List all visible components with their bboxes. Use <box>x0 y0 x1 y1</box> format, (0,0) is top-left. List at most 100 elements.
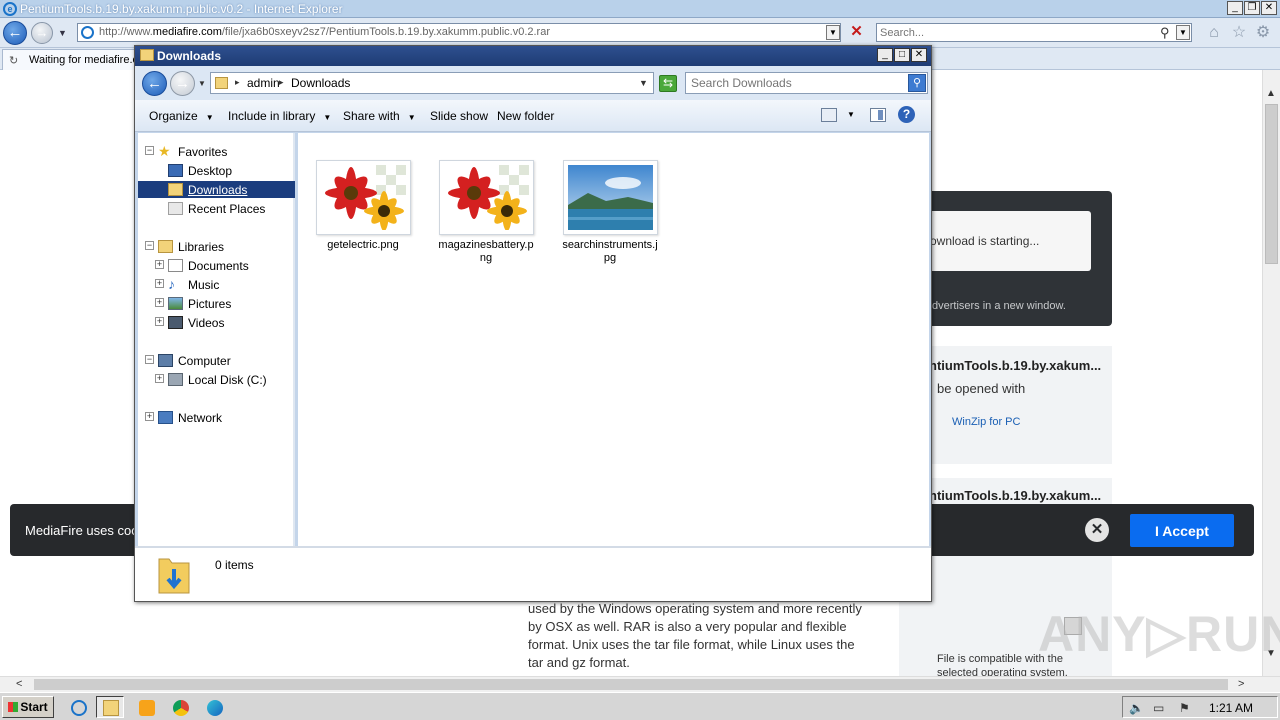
nav-favorites[interactable]: − ★ Favorites <box>138 143 295 160</box>
scroll-up-icon[interactable]: ▲ <box>1266 88 1276 99</box>
favorites-star-icon[interactable]: ☆ <box>1230 24 1248 42</box>
address-dropdown-icon[interactable]: ▼ <box>826 25 840 40</box>
accept-cookies-button[interactable]: I Accept <box>1130 514 1234 547</box>
explorer-title-bar[interactable]: Downloads _ □ ✕ <box>135 46 931 66</box>
breadcrumb-admin[interactable]: admin <box>247 76 280 90</box>
cookie-text: MediaFire uses coo <box>25 523 139 538</box>
explorer-back-arrow-icon[interactable]: ← <box>142 71 167 96</box>
tab-label: Waiting for mediafire.c <box>29 54 139 66</box>
view-options-dropdown-icon[interactable]: ▼ <box>847 110 855 119</box>
address-history-dropdown-icon[interactable]: ▼ <box>639 78 648 88</box>
stop-icon[interactable]: ✕ <box>848 24 865 41</box>
chevron-right-icon[interactable]: ▸ <box>235 77 240 88</box>
navigation-pane: − ★ Favorites Desktop Downloads Recent P… <box>138 133 295 546</box>
horizontal-scroll-thumb[interactable] <box>34 679 1228 690</box>
download-status-text: ownload is starting... <box>930 234 1040 248</box>
search-icon[interactable]: ⚲ <box>1160 25 1170 41</box>
expand-icon[interactable]: + <box>155 317 164 326</box>
explorer-maximize-button[interactable]: □ <box>894 48 910 62</box>
horizontal-scrollbar[interactable]: < > <box>0 676 1280 692</box>
expand-icon[interactable]: + <box>155 374 164 383</box>
explorer-minimize-button[interactable]: _ <box>877 48 893 62</box>
network-tray-icon[interactable]: ▭ <box>1153 701 1164 715</box>
search-icon[interactable]: ⚲ <box>908 74 926 92</box>
preview-pane-icon[interactable] <box>870 108 886 122</box>
expand-icon[interactable]: + <box>155 298 164 307</box>
winzip-link[interactable]: WinZip for PC <box>952 416 1020 428</box>
close-button[interactable]: ✕ <box>1261 1 1277 15</box>
close-icon[interactable]: ✕ <box>1085 518 1109 542</box>
file-name[interactable]: getelectric.png <box>313 239 413 252</box>
share-with-button[interactable]: Share with ▼ <box>343 109 416 123</box>
scroll-right-icon[interactable]: > <box>1238 678 1244 690</box>
restore-button[interactable]: ❐ <box>1244 1 1260 15</box>
change-view-icon[interactable] <box>821 108 837 122</box>
include-in-library-button[interactable]: Include in library ▼ <box>228 109 331 123</box>
browser-tab[interactable]: ↻ Waiting for mediafire.c <box>2 49 142 70</box>
search-box[interactable]: ⚲ ▼ <box>876 23 1192 42</box>
nav-downloads[interactable]: Downloads <box>138 181 295 198</box>
taskbar-chrome-button[interactable] <box>166 696 194 718</box>
file-thumbnail[interactable] <box>563 160 658 235</box>
new-folder-button[interactable]: New folder <box>497 109 554 123</box>
search-input[interactable] <box>880 25 1150 40</box>
history-dropdown-icon[interactable]: ▼ <box>58 28 67 38</box>
minimize-button[interactable]: _ <box>1227 1 1243 15</box>
expand-icon[interactable]: + <box>145 412 154 421</box>
search-dropdown-icon[interactable]: ▼ <box>1176 25 1190 40</box>
organize-button[interactable]: Organize ▼ <box>149 109 214 123</box>
nav-local-disk[interactable]: + Local Disk (C:) <box>138 371 295 388</box>
recent-pages-dropdown-icon[interactable]: ▼ <box>198 79 206 88</box>
collapse-icon[interactable]: − <box>145 355 154 364</box>
nav-pictures[interactable]: + Pictures <box>138 295 295 312</box>
url-text[interactable]: http://www.mediafire.com/file/jxa6b0sxey… <box>99 26 550 38</box>
nav-documents[interactable]: + Documents <box>138 257 295 274</box>
gear-icon[interactable]: ⚙ <box>1254 24 1272 42</box>
explorer-forward-arrow-icon[interactable]: → <box>170 71 195 96</box>
forward-arrow-icon[interactable]: → <box>31 22 53 44</box>
details-pane: 0 items <box>135 546 931 601</box>
expand-icon[interactable]: + <box>155 260 164 269</box>
breadcrumb-downloads[interactable]: Downloads <box>291 76 350 90</box>
chevron-right-icon[interactable]: ▸ <box>279 77 284 88</box>
nav-videos[interactable]: + Videos <box>138 314 295 331</box>
refresh-icon[interactable]: ⇆ <box>659 75 677 92</box>
vertical-scrollbar[interactable]: ▲ ▼ <box>1262 70 1280 676</box>
taskbar-media-player-button[interactable] <box>132 696 160 718</box>
file-thumbnail[interactable] <box>316 160 411 235</box>
expand-icon[interactable]: + <box>155 279 164 288</box>
videos-icon <box>168 316 183 329</box>
vertical-scroll-thumb[interactable] <box>1265 104 1278 264</box>
explorer-search-input[interactable] <box>691 76 901 90</box>
file-name[interactable]: searchinstruments.jpg <box>560 239 660 265</box>
nav-recent-places[interactable]: Recent Places <box>138 200 295 217</box>
nav-libraries[interactable]: − Libraries <box>138 238 295 255</box>
back-arrow-icon[interactable]: ← <box>3 21 27 45</box>
taskbar-explorer-button[interactable] <box>96 696 124 718</box>
page-icon <box>81 26 94 39</box>
taskbar-ie-button[interactable] <box>64 696 92 718</box>
scroll-left-icon[interactable]: < <box>16 678 22 690</box>
taskbar-edge-button[interactable] <box>200 696 228 718</box>
breadcrumb[interactable]: ▸ admin ▸ Downloads ▼ <box>210 72 654 94</box>
nav-network[interactable]: + Network <box>138 409 295 426</box>
help-icon[interactable]: ? <box>898 106 915 123</box>
clock[interactable]: 1:21 AM <box>1209 701 1253 715</box>
file-thumbnail[interactable] <box>439 160 534 235</box>
address-bar[interactable]: http://www.mediafire.com/file/jxa6b0sxey… <box>77 23 841 42</box>
desktop-icon <box>168 164 183 177</box>
flag-icon[interactable]: ⚑ <box>1179 701 1190 715</box>
explorer-search-box[interactable]: ⚲ <box>685 72 928 94</box>
slide-show-button[interactable]: Slide show <box>430 109 488 123</box>
collapse-icon[interactable]: − <box>145 146 154 155</box>
nav-desktop[interactable]: Desktop <box>138 162 295 179</box>
home-icon[interactable]: ⌂ <box>1205 24 1223 42</box>
file-card-title: ntiumTools.b.19.by.xakum... <box>929 358 1102 373</box>
nav-music[interactable]: + ♪ Music <box>138 276 295 293</box>
start-button[interactable]: Start <box>2 696 54 718</box>
nav-computer[interactable]: − Computer <box>138 352 295 369</box>
explorer-close-button[interactable]: ✕ <box>911 48 927 62</box>
file-name[interactable]: magazinesbattery.png <box>436 239 536 265</box>
volume-icon[interactable]: 🔈 <box>1129 701 1144 715</box>
collapse-icon[interactable]: − <box>145 241 154 250</box>
